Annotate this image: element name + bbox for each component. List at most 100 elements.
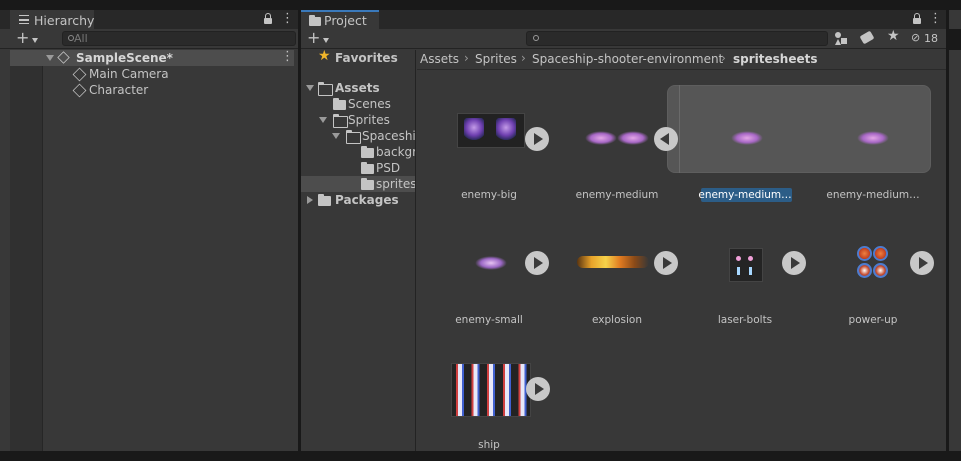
search-placeholder: All xyxy=(74,32,88,45)
hierarchy-gutter xyxy=(10,50,43,451)
label-tag-icon[interactable] xyxy=(859,30,875,45)
expand-play-icon[interactable] xyxy=(525,127,549,151)
asset-tile[interactable]: explosion xyxy=(557,196,679,326)
lock-icon[interactable] xyxy=(913,13,921,24)
expand-arrow-icon[interactable] xyxy=(319,117,327,123)
tree-item-psd[interactable]: PSD xyxy=(301,160,415,176)
asset-tile[interactable]: power-up xyxy=(813,196,935,326)
breadcrumb-item[interactable]: Sprites xyxy=(475,52,517,66)
object-label: Main Camera xyxy=(89,67,169,81)
expand-arrow-icon[interactable] xyxy=(332,133,340,139)
search-icon xyxy=(533,35,539,41)
chevron-right-icon: › xyxy=(521,51,526,65)
tab-hierarchy[interactable]: Hierarchy xyxy=(10,10,94,29)
unity-scene-icon xyxy=(57,51,70,64)
project-tabstrip xyxy=(301,10,946,29)
list-item[interactable]: Character xyxy=(60,82,290,98)
hierarchy-window: Hierarchy + All SampleScene* Main Camera… xyxy=(0,10,298,451)
expand-arrow-icon[interactable] xyxy=(306,85,314,91)
project-search-input[interactable] xyxy=(526,31,828,46)
folder-icon xyxy=(361,162,374,174)
hidden-packages-icon[interactable]: ⊘ xyxy=(911,31,920,44)
gameobject-icon xyxy=(72,67,87,82)
add-button[interactable]: + xyxy=(16,28,42,47)
star-icon: ★ xyxy=(318,50,331,64)
tree-item-assets[interactable]: Assets xyxy=(301,80,415,96)
expand-play-icon[interactable] xyxy=(782,251,806,275)
asset-tile-selected[interactable]: enemy-medium… xyxy=(685,71,807,202)
breadcrumb-item[interactable]: Spaceship-shooter-environment xyxy=(532,52,723,66)
tree-label: sprites xyxy=(376,177,416,191)
enemy-big-thumbnail xyxy=(457,113,525,148)
explosion-thumbnail xyxy=(577,256,649,268)
expand-play-icon[interactable] xyxy=(526,377,550,401)
expand-play-icon[interactable] xyxy=(525,251,549,275)
tree-label: Spaceshi xyxy=(362,129,416,143)
asset-tile[interactable]: ship xyxy=(429,321,551,461)
tab-project-label: Project xyxy=(324,13,367,28)
tree-item-spritesheets[interactable]: sprites xyxy=(301,176,416,192)
asset-tile[interactable]: enemy-small xyxy=(429,196,551,326)
chevron-right-icon: › xyxy=(464,51,469,65)
object-label: Character xyxy=(89,83,149,97)
create-button[interactable]: + xyxy=(307,28,333,47)
project-toolbar: + ★ ⊘ 18 xyxy=(301,28,946,49)
breadcrumb-item[interactable]: spritesheets xyxy=(733,52,817,66)
asset-tile[interactable]: enemy-big xyxy=(429,71,551,201)
enemy-small-thumbnail xyxy=(475,256,507,270)
asset-tile[interactable]: enemy-medium… xyxy=(813,71,935,201)
asset-label: ship xyxy=(478,439,500,451)
search-by-type-icon[interactable] xyxy=(835,32,848,45)
breadcrumb: Assets › Sprites › Spaceship-shooter-env… xyxy=(417,50,946,70)
asset-tile[interactable]: laser-bolts xyxy=(685,196,807,326)
tree-label: Scenes xyxy=(348,97,391,111)
lock-icon[interactable] xyxy=(264,13,272,24)
folder-icon xyxy=(333,98,346,110)
tree-label: backgr xyxy=(376,145,416,159)
folder-icon xyxy=(309,15,321,26)
breadcrumb-item[interactable]: Assets xyxy=(420,52,459,66)
folder-icon xyxy=(361,178,374,190)
scene-row[interactable]: SampleScene* xyxy=(10,49,294,66)
power-up-thumbnail xyxy=(857,246,889,280)
chevron-down-icon xyxy=(32,38,38,43)
ship-thumbnail xyxy=(451,363,531,417)
tree-item-backgrounds[interactable]: backgr xyxy=(301,144,416,160)
tab-project[interactable]: Project xyxy=(301,10,379,29)
favorites-row[interactable]: ★ Favorites xyxy=(301,50,415,66)
expand-play-icon[interactable] xyxy=(654,251,678,275)
tree-label: PSD xyxy=(376,161,401,175)
expand-arrow-icon[interactable] xyxy=(46,55,54,61)
tree-item-packages[interactable]: Packages xyxy=(301,192,415,208)
asset-label: explosion xyxy=(592,314,642,326)
tree-item-scenes[interactable]: Scenes xyxy=(301,96,415,112)
tree-item-spaceship[interactable]: Spaceshi xyxy=(301,128,416,144)
collapse-play-icon[interactable] xyxy=(654,127,678,151)
asset-label: power-up xyxy=(848,314,898,326)
enemy-medium-frame-thumbnail xyxy=(857,131,889,145)
hierarchy-search-input[interactable]: All xyxy=(62,31,296,46)
enemy-medium-frame-thumbnail xyxy=(731,131,763,145)
chevron-down-icon xyxy=(323,38,329,43)
list-item[interactable]: Main Camera xyxy=(60,66,290,82)
asset-label: laser-bolts xyxy=(717,314,773,326)
group-divider xyxy=(679,85,680,173)
enemy-medium-thumbnail xyxy=(585,131,651,145)
scene-options-icon[interactable] xyxy=(281,49,294,64)
hidden-count: 18 xyxy=(924,32,938,45)
scene-name: SampleScene* xyxy=(76,51,173,65)
tree-label: Packages xyxy=(335,193,399,207)
plus-icon: + xyxy=(16,28,30,47)
more-options-icon[interactable] xyxy=(281,11,294,26)
asset-tile[interactable]: enemy-medium xyxy=(557,71,679,201)
expand-play-icon[interactable] xyxy=(910,251,934,275)
laser-bolts-thumbnail xyxy=(729,248,763,282)
star-favorite-icon[interactable]: ★ xyxy=(887,28,900,44)
tree-item-sprites[interactable]: Sprites xyxy=(301,112,415,128)
project-window: Project + ★ ⊘ 18 ★ Favorites Ass xyxy=(301,10,946,451)
folder-icon xyxy=(318,194,331,206)
folder-open-icon xyxy=(332,113,348,128)
folder-open-icon xyxy=(345,129,361,144)
more-options-icon[interactable] xyxy=(929,11,942,26)
collapsed-arrow-icon[interactable] xyxy=(307,196,313,204)
